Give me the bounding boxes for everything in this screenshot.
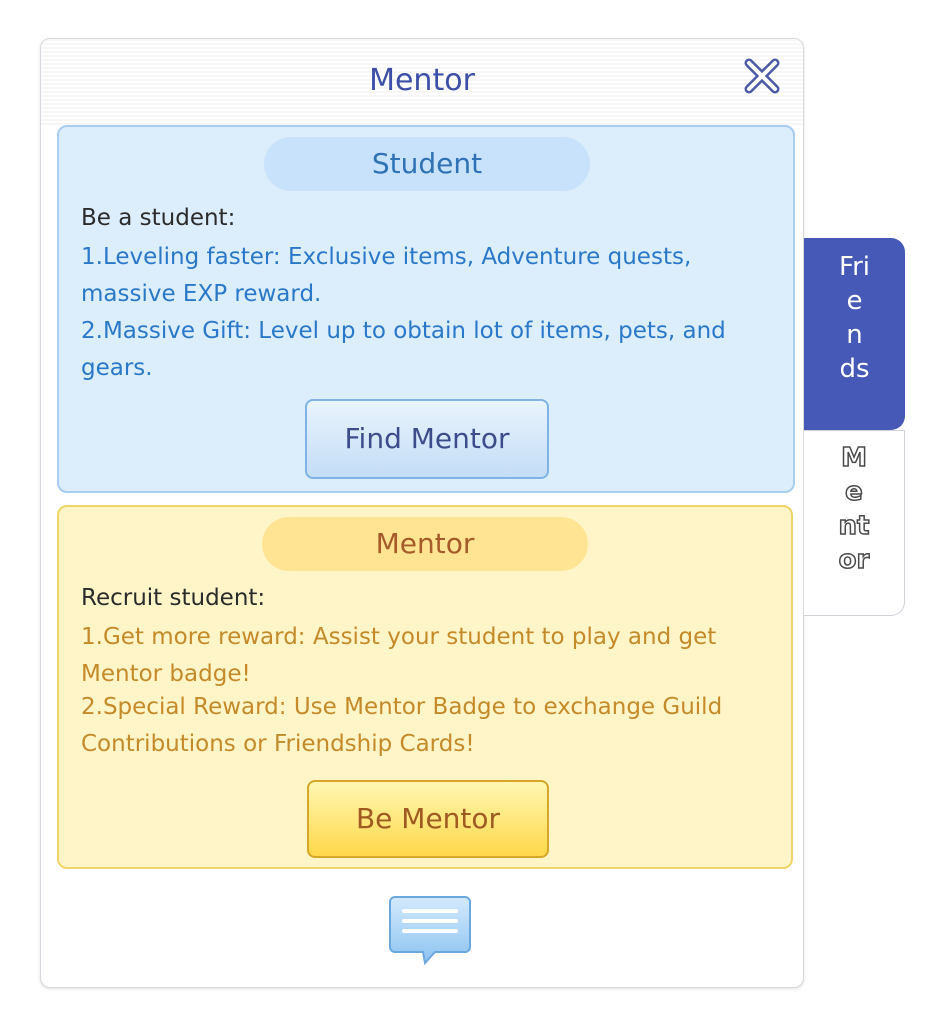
student-benefit-2: 2.Massive Gift: Level up to obtain lot o… [81,318,726,381]
mentor-benefit-1: 1.Get more reward: Assist your student t… [81,624,717,687]
be-mentor-button[interactable]: Be Mentor [307,780,549,858]
tab-mentor[interactable]: M e nt or [804,430,905,616]
student-benefit-1: 1.Leveling faster: Exclusive items, Adve… [81,244,692,307]
mentor-heading: Mentor [262,517,588,571]
tab-friends-label-1: Fri [839,252,870,282]
tab-friends[interactable]: Fri e n ds [804,238,905,430]
chat-bubble-icon[interactable] [389,895,471,965]
close-x-icon[interactable] [743,57,781,95]
tab-mentor-label-1: M [840,442,867,474]
mentor-panel: Mentor Student Be a student: 1.Leveling … [40,38,804,988]
tab-friends-label-4: ds [839,354,870,384]
tab-friends-label-3: n [846,320,863,350]
mentor-benefit-2: 2.Special Reward: Use Mentor Badge to ex… [81,694,723,757]
mentor-intro: Recruit student: [81,585,266,611]
student-intro: Be a student: [81,205,236,231]
tab-mentor-label-4: or [838,544,870,576]
find-mentor-button[interactable]: Find Mentor [305,399,549,479]
student-heading: Student [264,137,590,191]
tab-mentor-label-3: nt [838,510,870,542]
page-title: Mentor [369,63,475,98]
panel-header: Mentor [41,39,803,125]
student-card: Student Be a student: 1.Leveling faster:… [57,125,795,493]
tab-friends-label-2: e [846,286,863,316]
mentor-card: Mentor Recruit student: 1.Get more rewar… [57,505,793,869]
tab-mentor-label-2: e [844,476,863,508]
